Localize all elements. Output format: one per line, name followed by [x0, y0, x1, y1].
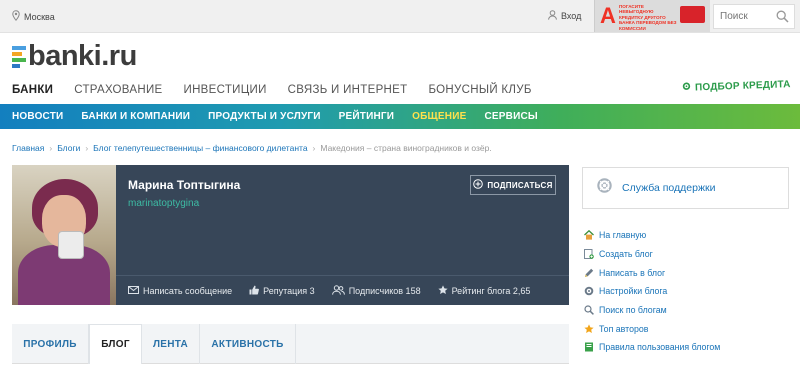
breadcrumb-separator: › — [49, 143, 53, 153]
lifebuoy-icon — [597, 178, 612, 198]
sidebar-link-write[interactable]: Написать в блог — [584, 263, 720, 282]
sidebar-link-label: Создать блог — [599, 249, 653, 260]
breadcrumb-blogs[interactable]: Блоги — [57, 143, 80, 153]
rules-book-icon — [584, 342, 594, 352]
sub-nav-banks-companies[interactable]: БАНКИ И КОМПАНИИ — [81, 111, 190, 122]
location-pin-icon — [12, 10, 20, 23]
logo-bars-icon — [12, 45, 26, 68]
user-icon — [548, 10, 557, 22]
search-input[interactable] — [714, 5, 774, 28]
blog-rating-label: Рейтинг блога 2,65 — [451, 285, 531, 296]
home-icon — [584, 230, 594, 240]
credit-card-image — [680, 6, 705, 23]
gear-icon — [682, 82, 691, 94]
breadcrumb-blog[interactable]: Блог телепутешественницы – финансового д… — [93, 143, 307, 153]
credit-selection-link[interactable]: ПОДБОР КРЕДИТА — [682, 78, 791, 94]
alfa-bank-logo: A — [600, 3, 616, 28]
search-icon — [584, 305, 594, 316]
users-icon — [331, 284, 345, 297]
subscribers-stat[interactable]: Подписчиков 158 — [331, 284, 421, 297]
tab-activity[interactable]: АКТИВНОСТЬ — [200, 324, 296, 364]
main-nav-investments[interactable]: ИНВЕСТИЦИИ — [184, 84, 267, 96]
ad-banner[interactable]: A ПОГАСИТЕ НЕВЫГОДНУЮ КРЕДИТКУ ДРУГОГО Б… — [594, 0, 710, 32]
sidebar-link-search[interactable]: Поиск по блогам — [584, 301, 720, 320]
credit-selection-label: ПОДБОР КРЕДИТА — [694, 78, 791, 93]
reputation-stat: Репутация 3 — [249, 285, 315, 297]
ad-text: ПОГАСИТЕ НЕВЫГОДНУЮ КРЕДИТКУ ДРУГОГО БАН… — [619, 4, 677, 31]
settings-icon — [584, 286, 594, 296]
tab-profile[interactable]: ПРОФИЛЬ — [12, 324, 89, 364]
sub-nav-services[interactable]: СЕРВИСЫ — [484, 111, 537, 122]
logo-text: banki.ru — [28, 40, 137, 72]
sub-nav-products[interactable]: ПРОДУКТЫ И УСЛУГИ — [208, 111, 321, 122]
envelope-icon — [128, 285, 139, 296]
subscribe-button[interactable]: ПОДПИСАТЬСЯ — [470, 175, 556, 195]
sidebar-link-label: На главную — [599, 230, 647, 241]
subscribe-label: ПОДПИСАТЬСЯ — [487, 180, 553, 190]
avatar[interactable] — [12, 165, 116, 305]
breadcrumb-separator: › — [312, 143, 316, 153]
thumbs-up-icon — [249, 285, 260, 297]
main-nav-banks[interactable]: БАНКИ — [12, 84, 53, 96]
create-blog-icon — [584, 249, 594, 260]
breadcrumb-separator: › — [85, 143, 89, 153]
main-nav-insurance[interactable]: СТРАХОВАНИЕ — [74, 84, 162, 96]
sidebar-link-label: Топ авторов — [599, 323, 649, 334]
main-nav: БАНКИ СТРАХОВАНИЕ ИНВЕСТИЦИИ СВЯЗЬ И ИНТ… — [12, 84, 553, 96]
pencil-icon — [584, 268, 594, 278]
breadcrumb: Главная › Блоги › Блог телепутешественни… — [12, 143, 492, 153]
tab-feed[interactable]: ЛЕНТА — [142, 324, 200, 364]
profile-tabs: ПРОФИЛЬ БЛОГ ЛЕНТА АКТИВНОСТЬ — [12, 324, 569, 364]
plus-circle-icon — [473, 179, 484, 191]
sidebar-link-label: Настройки блога — [599, 286, 668, 297]
site-logo[interactable]: banki.ru — [12, 40, 137, 73]
write-message-link[interactable]: Написать сообщение — [128, 285, 233, 296]
main-nav-telecom[interactable]: СВЯЗЬ И ИНТЕРНЕТ — [288, 84, 408, 96]
profile-name[interactable]: Марина Топтыгина — [128, 178, 240, 192]
sidebar-link-rules[interactable]: Правила пользования блогом — [584, 338, 720, 357]
profile-stats: Написать сообщение Репутация 3 Подписчик… — [116, 275, 569, 305]
sub-nav-ratings[interactable]: РЕЙТИНГИ — [339, 111, 395, 122]
star-icon — [584, 324, 594, 334]
location-selector[interactable]: Москва — [12, 10, 55, 23]
blog-sidebar-menu: На главную Создать блог Написать в блог … — [584, 226, 720, 357]
sidebar-link-label: Правила пользования блогом — [599, 342, 721, 353]
breadcrumb-current: Македония – страна виноградников и озёр. — [320, 143, 492, 153]
login-link[interactable]: Вход — [548, 10, 581, 22]
tab-blog[interactable]: БЛОГ — [89, 324, 142, 364]
sub-nav-community[interactable]: ОБЩЕНИЕ — [412, 111, 466, 122]
profile-card: Марина Топтыгина marinatoptygina ПОДПИСА… — [12, 165, 569, 305]
write-message-label: Написать сообщение — [143, 285, 233, 296]
blog-rating-stat: Рейтинг блога 2,65 — [437, 284, 531, 297]
sidebar-link-settings[interactable]: Настройки блога — [584, 282, 720, 301]
top-bar: Москва Вход A ПОГАСИТЕ НЕВЫГОДНУЮ КРЕДИТ… — [0, 0, 800, 33]
support-button[interactable]: Служба поддержки — [582, 167, 789, 209]
star-icon — [437, 284, 448, 297]
search-box — [713, 4, 795, 29]
sub-nav: НОВОСТИ БАНКИ И КОМПАНИИ ПРОДУКТЫ И УСЛУ… — [0, 104, 800, 129]
sidebar-link-home[interactable]: На главную — [584, 226, 720, 245]
location-label: Москва — [24, 11, 55, 22]
sidebar-link-create-blog[interactable]: Создать блог — [584, 245, 720, 264]
sidebar-link-top-authors[interactable]: Топ авторов — [584, 319, 720, 338]
sidebar-link-label: Поиск по блогам — [599, 305, 667, 316]
main-nav-bonus-club[interactable]: БОНУСНЫЙ КЛУБ — [428, 84, 531, 96]
support-label: Служба поддержки — [622, 182, 716, 194]
subscribers-label: Подписчиков 158 — [348, 285, 421, 296]
login-label: Вход — [561, 11, 582, 21]
search-icon[interactable] — [776, 10, 789, 28]
profile-login: marinatoptygina — [128, 198, 200, 209]
sidebar-link-label: Написать в блог — [599, 267, 666, 278]
sub-nav-news[interactable]: НОВОСТИ — [12, 111, 63, 122]
breadcrumb-home[interactable]: Главная — [12, 143, 44, 153]
reputation-label: Репутация 3 — [263, 285, 315, 296]
